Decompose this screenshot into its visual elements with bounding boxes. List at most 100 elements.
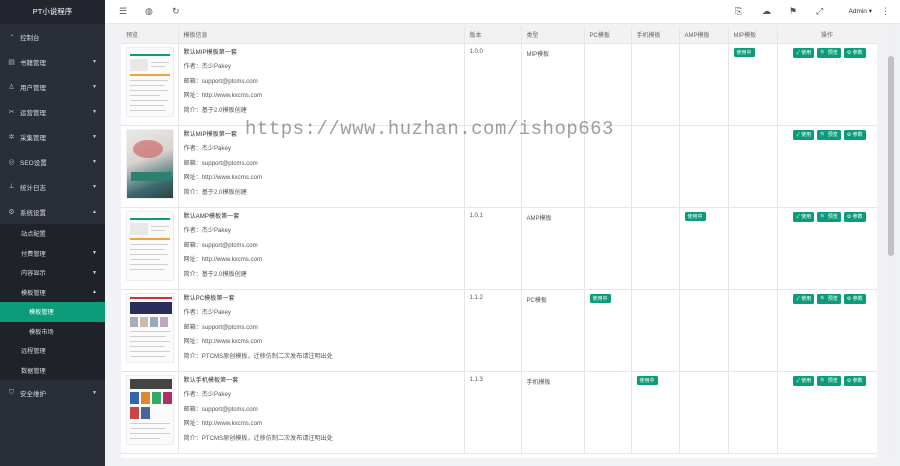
template-preview-image[interactable] [126,292,174,363]
mip-cell [728,125,778,208]
preview-button[interactable]: 🔍 预览 [817,293,841,304]
use-button[interactable]: ✓ 使用 [793,211,815,222]
sidebar-item-seo[interactable]: ◎ SEO设置 ▼ [0,149,105,174]
template-preview-image[interactable] [126,374,174,445]
version-cell: 1.1.2 [464,289,522,372]
submenu-item[interactable]: 数据管理 [0,361,105,381]
template-market-link[interactable]: 模板市场 [0,322,105,342]
params-button[interactable]: ⚙ 参数 [843,47,866,58]
sidebar-item-stats[interactable]: ⟂ 统计日志 ▼ [0,174,105,199]
type-cell: MIP模板 [521,43,585,126]
clipboard-icon[interactable]: ⎘ [735,6,742,17]
template-name: 默认AMP模板第一套 [183,212,240,220]
pc-cell [584,43,632,126]
scrollbar[interactable] [887,26,895,458]
preview-cell [121,207,179,290]
amp-cell [679,371,729,454]
chevron-icon: ▼ [92,83,97,90]
template-preview-image[interactable] [126,210,174,281]
sidebar-item-label: 安全维护 [20,390,46,398]
sidebar-item-label: SEO设置 [20,159,47,167]
sidebar-item-security[interactable]: ⛉ 安全维护 ▼ [0,380,105,405]
col-actions: 操作 [777,26,877,44]
pc-cell [584,371,632,454]
info-cell: 默认PC模板第一套 作者：杰少Pakey 邮箱：support@ptcms.com 网… [178,289,465,372]
more-icon[interactable]: ⋮ [881,6,890,17]
use-button[interactable]: ✓ 使用 [793,129,815,140]
version-cell: 1.1.3 [464,371,522,454]
scrollbar-thumb[interactable] [888,56,894,256]
submenu-item[interactable]: 模板管理 ▲ [0,283,105,303]
type-cell: 手机模板 [521,371,585,454]
flag-icon[interactable]: ⚑ [789,6,797,17]
template-site: 网址：http://www.kxcms.com [183,420,263,427]
col-version: 版本 [464,26,522,44]
col-pc: PC模板 [584,26,632,44]
sidebar-item-label: 采集管理 [20,134,46,142]
chevron-icon: ▲ [92,208,97,215]
submenu-item[interactable]: 内容显示 ▼ [0,263,105,283]
template-table: 预览 模板信息 版本 类型 PC模板 手机模板 AMP模板 MIP模板 操作 默认MIP模板第一… [121,26,877,454]
sidebar-item-dashboard[interactable]: ◔ 控制台 [0,24,105,49]
template-preview-image[interactable] [126,46,174,117]
table-row: 默认MIP模板第一套 作者：杰少Pakey 邮箱：support@ptcms.com… [121,125,877,208]
type-cell: AMP模板 [521,207,585,290]
col-mip: MIP模板 [728,26,778,44]
version-cell [464,125,522,208]
params-button[interactable]: ⚙ 参数 [843,293,866,304]
template-intro: 简介：基于2.0模板创建 [183,270,247,278]
template-author: 作者：杰少Pakey [183,309,231,316]
menu-toggle-icon[interactable]: ☰ [119,6,127,17]
sidebar-item-system[interactable]: ⚙ 系统设置 ▲ [0,199,105,224]
sidebar-item-books[interactable]: ▤ 书籍管理 ▼ [0,49,105,74]
params-button[interactable]: ⚙ 参数 [843,375,866,386]
params-button[interactable]: ⚙ 参数 [843,129,866,140]
info-cell: 默认MIP模板第一套 作者：杰少Pakey 邮箱：support@ptcms.com… [178,125,465,208]
template-manage-link[interactable]: 模板管理 [0,302,105,322]
amp-cell [679,43,729,126]
template-email: 邮箱：support@ptcms.com [183,405,258,413]
use-button[interactable]: ✓ 使用 [793,375,815,386]
system-submenu: 站点配置 付费管理 ▼ 内容显示 ▼ 模板管理 ▲ 模板管理 模板市场 远程管理 数据管理 [0,224,105,380]
type-cell: PC模板 [521,289,585,372]
template-name: 默认手机模板第一套 [183,376,239,384]
template-name: 默认MIP模板第一套 [183,130,238,138]
info-cell: 默认AMP模板第一套 作者：杰少Pakey 邮箱：support@ptcms.com… [178,207,465,290]
template-author: 作者：杰少Pakey [183,63,231,70]
globe-icon[interactable]: ◍ [145,6,153,17]
submenu-item[interactable]: 付费管理 ▼ [0,244,105,264]
fullscreen-icon[interactable]: ⤢ [816,6,823,17]
preview-button[interactable]: 🔍 预览 [817,211,841,222]
submenu-item-label: 内容显示 [21,270,46,278]
template-name: 默认PC模板第一套 [183,294,235,302]
col-type: 类型 [521,26,585,44]
submenu-item[interactable]: 站点配置 [0,224,105,244]
col-amp: AMP模板 [679,26,729,44]
sidebar-item-users[interactable]: ♙ 用户管理 ▼ [0,74,105,99]
submenu-item-label: 模板管理 [21,289,46,297]
refresh-icon[interactable]: ↻ [172,6,180,17]
use-button[interactable]: ✓ 使用 [793,47,815,58]
preview-cell [121,125,179,208]
preview-button[interactable]: 🔍 预览 [817,47,841,58]
in-use-badge: 使用中 [636,375,658,385]
preview-button[interactable]: 🔍 预览 [817,375,841,386]
template-site: 网址：http://www.kxcms.com [183,174,263,181]
params-button[interactable]: ⚙ 参数 [843,211,866,222]
admin-menu[interactable]: Admin ▾ [849,7,873,15]
use-button[interactable]: ✓ 使用 [793,293,815,304]
table-row: 默认手机模板第一套 作者：杰少Pakey 邮箱：support@ptcms.com 网… [121,371,877,454]
template-preview-image[interactable] [126,128,174,199]
cloud-icon[interactable]: ☁ [762,6,771,17]
sidebar-item-operations[interactable]: ✂ 运营管理 ▼ [0,99,105,124]
template-type: PC模板 [526,297,547,304]
template-site: 网址：http://www.kxcms.com [183,92,263,99]
template-version: 1.0.1 [469,212,483,219]
collect-icon: ✲ [8,133,15,141]
preview-button[interactable]: 🔍 预览 [817,129,841,140]
sidebar-item-collect[interactable]: ✲ 采集管理 ▼ [0,124,105,149]
settings-icon: ⚙ [8,208,15,216]
submenu-item[interactable]: 远程管理 [0,341,105,361]
book-icon: ▤ [8,58,15,66]
template-author: 作者：杰少Pakey [183,227,231,234]
